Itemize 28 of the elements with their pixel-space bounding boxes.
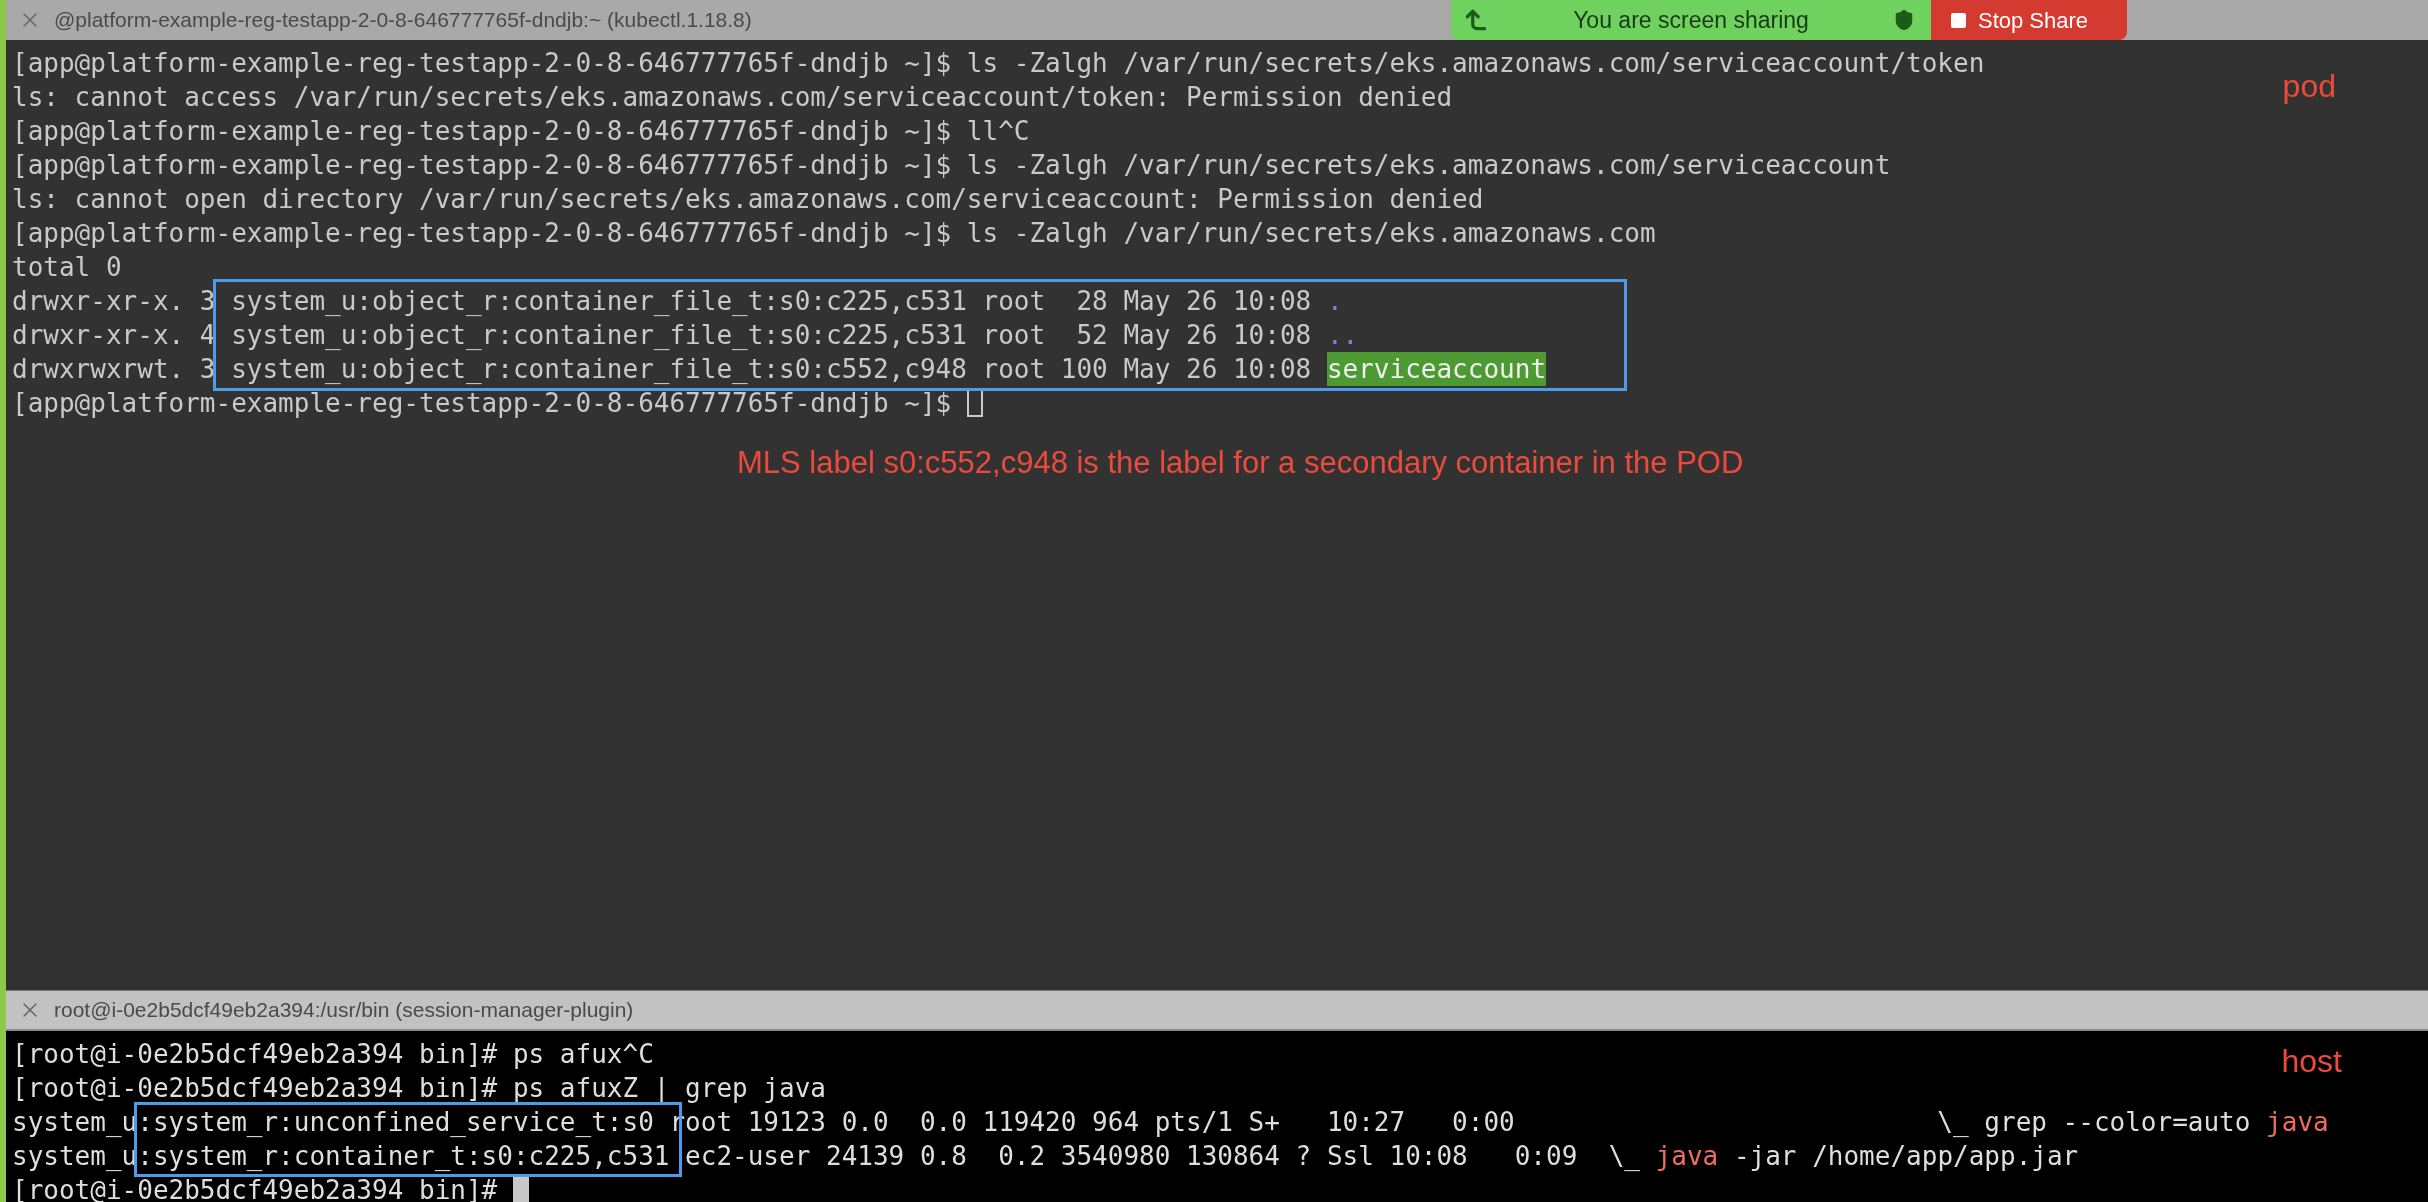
window-title: @platform-example-reg-testapp-2-0-8-646777765f-dndjb:~ (kubectl.1.18.8) (54, 7, 752, 34)
terminal-text: total 0 (12, 251, 122, 284)
highlighted-name: serviceaccount (1326, 352, 1547, 386)
terminal-text: [app@platform-example-reg-testapp-2-0-8-646777765f-dndjb ~]$ ll^C (12, 115, 1030, 148)
terminal-text: [app@platform-example-reg-testapp-2-0-8-646777765f-dndjb ~]$ ls -Zalgh /var/run/secrets/eks.amazonaws.com (12, 217, 1656, 250)
sharing-status: You are screen sharing (1572, 5, 1810, 35)
annotation-label: pod (2282, 67, 2336, 106)
terminal-text: ls: cannot open directory /var/run/secrets/eks.amazonaws.com/serviceaccount: Permission denied (12, 183, 1484, 216)
terminal-text: drwxr-xr-x. 4 system_u:object_r:container_file_t:s0:c225,c531 root 52 May 26 10:08 (12, 319, 1313, 352)
terminal-text: [app@platform-example-reg-testapp-2-0-8-646777765f-dndjb ~]$ ls -Zalgh /var/run/secrets/eks.amazonaws.com/serviceaccount (12, 149, 1891, 182)
terminal-text: -jar /home/app/app.jar (1732, 1140, 2079, 1173)
terminal-text: ls: cannot access /var/run/secrets/eks.amazonaws.com/serviceaccount/token: Permission denied (12, 81, 1453, 114)
annotation-label: host (2281, 1042, 2342, 1081)
directory-name: . (1326, 285, 1343, 318)
terminal-text: [app@platform-example-reg-testapp-2-0-8-646777765f-dndjb ~]$ ls -Zalgh /var/run/secrets/eks.amazonaws.com/serviceaccount/token (12, 47, 1985, 80)
terminal-text: [root@i-0e2b5dcf49eb2a394 bin]# ps afux^C (12, 1038, 654, 1071)
match-text: java (1655, 1140, 1719, 1173)
match-text: java (2266, 1106, 2329, 1139)
annotation-note: MLS label s0:c552,c948 is the label for a secondary container in the POD (737, 444, 1744, 482)
window-title: root@i-0e2b5dcf49eb2a394:/usr/bin (session-manager-plugin) (54, 997, 634, 1024)
stop-share-button[interactable]: Stop Share (1931, 0, 2127, 40)
stop-icon (1951, 12, 1966, 28)
shield-check-icon (1893, 9, 1915, 31)
terminal-text: drwxr-xr-x. 3 system_u:object_r:container_file_t:s0:c225,c531 root 28 May 26 10:08 (12, 285, 1313, 318)
terminal-text: [app@platform-example-reg-testapp-2-0-8-646777765f-dndjb ~]$ (12, 387, 953, 420)
share-arrow-icon (1463, 7, 1489, 33)
directory-name: .. (1326, 319, 1359, 352)
terminal-text: drwxrwxrwt. 3 system_u:object_r:container_file_t:s0:c552,c948 root 100 May 26 10:08 (12, 353, 1313, 386)
